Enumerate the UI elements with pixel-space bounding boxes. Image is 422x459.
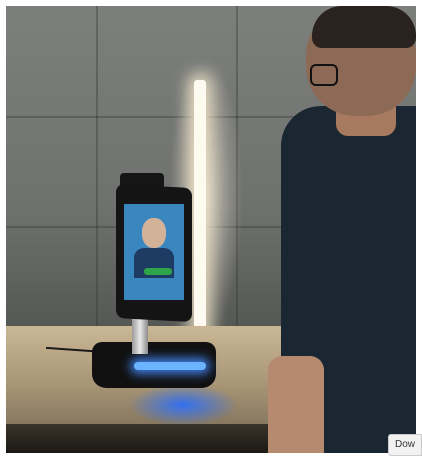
blue-light-reflection <box>128 384 238 426</box>
image-frame: Dow <box>0 0 422 459</box>
terminal-stand <box>132 318 148 354</box>
screen-person-face <box>142 218 166 248</box>
person-arm <box>268 356 324 453</box>
wall-seam <box>96 6 98 326</box>
base-led-strip <box>134 362 206 370</box>
led-light-bar <box>194 80 206 342</box>
photo <box>6 6 416 453</box>
screen-status-badge <box>144 268 172 275</box>
download-button[interactable]: Dow <box>387 434 422 456</box>
glasses-icon <box>310 64 338 86</box>
person-hair <box>312 6 416 48</box>
